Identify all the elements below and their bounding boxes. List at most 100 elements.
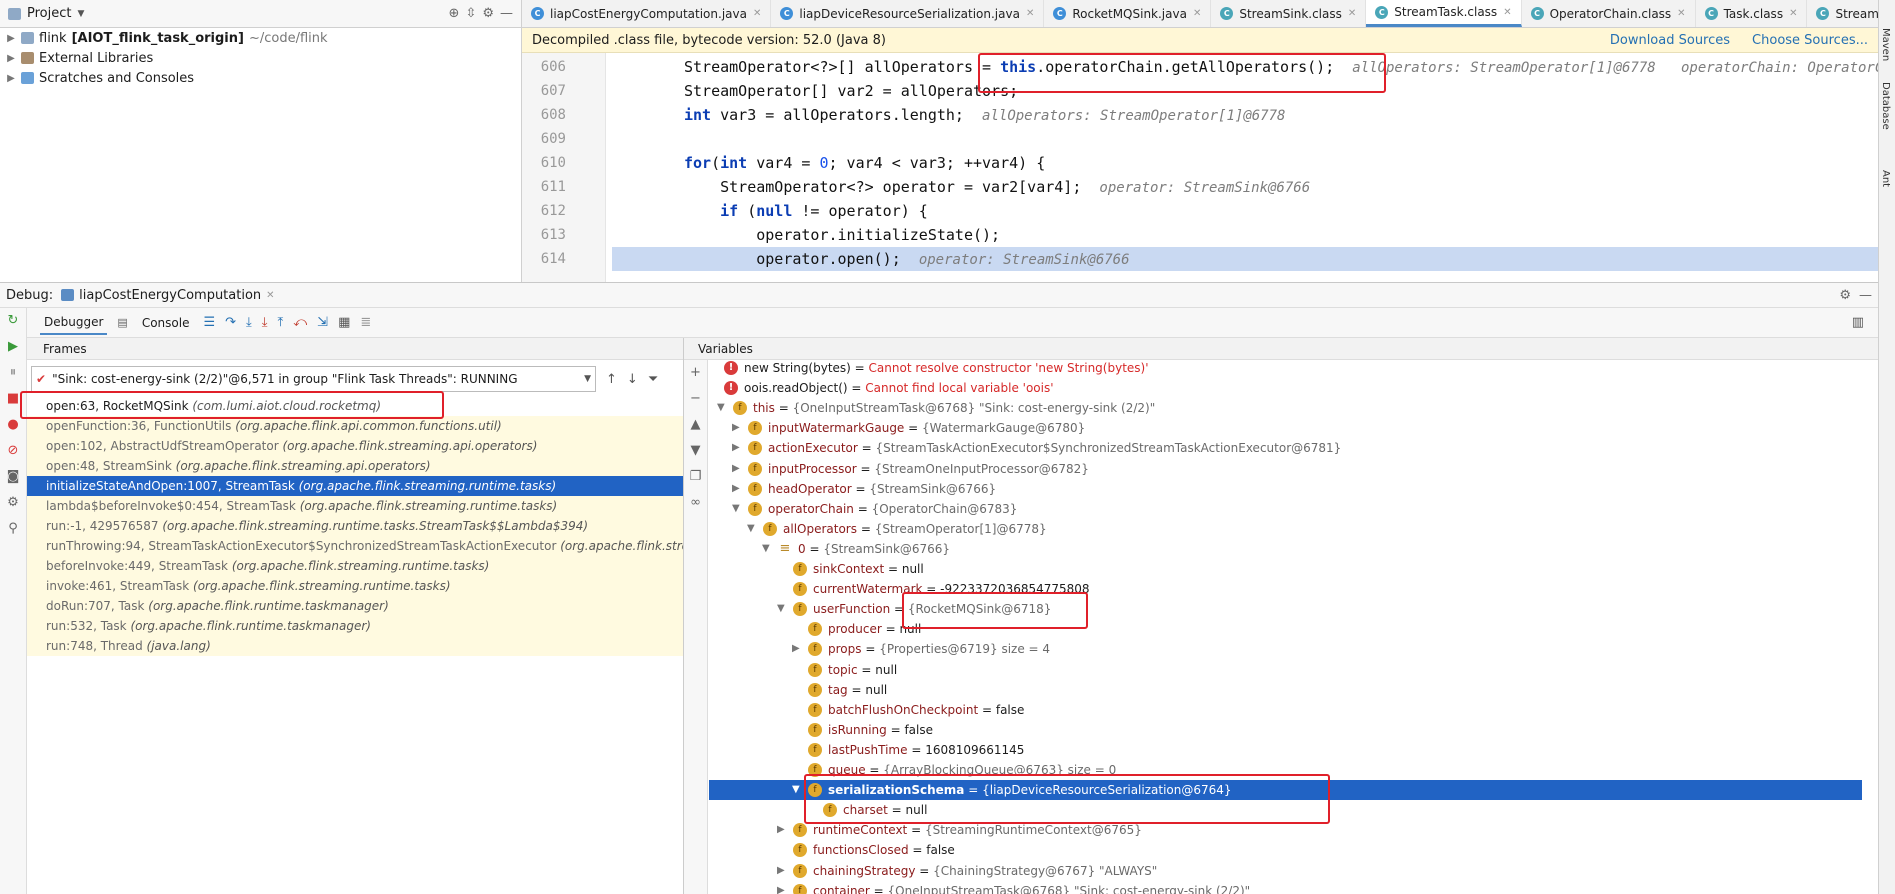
close-icon[interactable]: ✕ <box>1789 8 1797 19</box>
variable-row[interactable]: ▶ f inputProcessor = {StreamOneInputProces… <box>709 459 1862 479</box>
variable-row[interactable]: ▼ f userFunction = {RocketMQSink@6718} <box>709 599 1862 619</box>
variable-row[interactable]: f queue = {ArrayBlockingQueue@6763} size … <box>709 760 1862 780</box>
stack-frame[interactable]: open:102, AbstractUdfStreamOperator (org… <box>27 436 683 456</box>
run-to-cursor-icon[interactable]: ⇲ <box>317 315 328 330</box>
chevron-down-icon[interactable]: ▼ <box>777 599 785 619</box>
variable-row[interactable]: ▶ f inputWatermarkGauge = {WatermarkGauge@… <box>709 418 1862 438</box>
ant-tab[interactable]: Ant <box>1880 170 1891 187</box>
variable-row[interactable]: ▼ f this = {OneInputStreamTask@6768} "Sink… <box>709 398 1862 418</box>
editor-tab[interactable]: C Task.class ✕ <box>1696 0 1808 27</box>
session-tab[interactable]: liapCostEnergyComputation ✕ <box>61 288 275 303</box>
maven-tab[interactable]: Maven <box>1880 28 1891 61</box>
stack-frame[interactable]: run:748, Thread (java.lang) <box>27 636 683 656</box>
code-area[interactable]: 606 607 608 609 610 611 612 613 614 StreamOperat… <box>522 53 1878 282</box>
chevron-right-icon[interactable]: ▶ <box>6 73 16 84</box>
chevron-right-icon[interactable]: ▶ <box>6 33 16 44</box>
database-tab[interactable]: Database <box>1880 82 1891 130</box>
thread-selector[interactable]: ✔ "Sink: cost-energy-sink (2/2)"@6,571 i… <box>31 366 596 392</box>
mute-breakpoints-icon[interactable]: ⊘ <box>0 438 26 464</box>
editor-tab[interactable]: CStreamTaskActionExecutor.class✕ <box>1807 0 1878 27</box>
chevron-right-icon[interactable]: ▶ <box>732 418 740 438</box>
stack-frame[interactable]: lambda$beforeInvoke$0:454, StreamTask (o… <box>27 496 683 516</box>
project-title[interactable]: Project <box>27 6 71 21</box>
variable-row[interactable]: f charset = null <box>709 800 1862 820</box>
variable-row[interactable]: f tag = null <box>709 680 1862 700</box>
stack-frame[interactable]: run:532, Task (org.apache.flink.runtime.… <box>27 616 683 636</box>
chevron-down-icon[interactable]: ▼ <box>792 780 800 800</box>
tab-debugger[interactable]: Debugger <box>40 311 108 335</box>
editor-tab[interactable]: CliapDeviceResourceSerialization.java ✕ <box>771 0 1045 27</box>
chevron-right-icon[interactable]: ▶ <box>777 820 785 840</box>
variable-row[interactable]: ▼ ≡ 0 = {StreamSink@6766} <box>709 539 1862 559</box>
resume-icon[interactable]: ▶ <box>0 334 26 360</box>
filter-icon[interactable]: ⏷ <box>648 372 658 387</box>
variable-row[interactable]: ! oois.readObject() = Cannot find local v… <box>709 378 1862 398</box>
variable-row[interactable]: f isRunning = false <box>709 720 1862 740</box>
editor-tab[interactable]: CliapCostEnergyComputation.java ✕ <box>522 0 772 27</box>
variable-row[interactable]: f sinkContext = null <box>709 559 1862 579</box>
arrow-down-icon[interactable]: ↓ <box>627 372 638 387</box>
variable-row[interactable]: f topic = null <box>709 660 1862 680</box>
chevron-right-icon[interactable]: ▶ <box>732 438 740 458</box>
project-tree-item[interactable]: ▶ External Libraries <box>0 48 521 68</box>
variable-row[interactable]: ▶ f headOperator = {StreamSink@6766} <box>709 479 1862 499</box>
layout-icon[interactable]: ▥ <box>1852 315 1864 330</box>
tab-console[interactable]: Console <box>138 312 194 334</box>
gear-icon[interactable]: ⚙ <box>482 6 494 21</box>
variable-row[interactable]: ▼ f operatorChain = {OperatorChain@6783} <box>709 499 1862 519</box>
minimize-icon[interactable]: — <box>1859 288 1872 303</box>
chevron-right-icon[interactable]: ▶ <box>6 53 16 64</box>
variable-row[interactable]: ▼ f allOperators = {StreamOperator[1]@6778… <box>709 519 1862 539</box>
chevron-right-icon[interactable]: ▶ <box>732 479 740 499</box>
evaluate-icon[interactable]: ▦ <box>338 315 350 330</box>
arrow-up-icon[interactable]: ↑ <box>606 372 617 387</box>
collapse-icon[interactable]: ⇳ <box>465 6 476 21</box>
editor-tab[interactable]: C StreamSink.class ✕ <box>1211 0 1367 27</box>
close-icon[interactable]: ✕ <box>1026 8 1034 19</box>
step-over-icon[interactable]: ↷ <box>225 315 236 330</box>
move-up-icon[interactable]: ▲ <box>684 412 707 438</box>
project-tree-item[interactable]: ▶ Scratches and Consoles <box>0 68 521 88</box>
chevron-down-icon[interactable]: ▼ <box>717 398 725 418</box>
editor-tab[interactable]: C OperatorChain.class ✕ <box>1522 0 1696 27</box>
stack-frame[interactable]: invoke:461, StreamTask (org.apache.flink… <box>27 576 683 596</box>
close-icon[interactable]: ✕ <box>1193 8 1201 19</box>
variable-row[interactable]: f producer = null <box>709 619 1862 639</box>
chevron-down-icon[interactable]: ▼ <box>77 9 84 19</box>
rerun-icon[interactable]: ↻ <box>0 308 26 334</box>
drop-frame-icon[interactable]: ⤺ <box>293 315 307 330</box>
stack-frame[interactable]: doRun:707, Task (org.apache.flink.runtim… <box>27 596 683 616</box>
stack-frame[interactable]: open:48, StreamSink (org.apache.flink.st… <box>27 456 683 476</box>
close-icon[interactable]: ✕ <box>1503 7 1511 18</box>
variable-row[interactable]: ▼ f serializationSchema = {liapDeviceResou… <box>709 780 1862 801</box>
pin-icon[interactable]: ⚲ <box>0 516 26 542</box>
variable-row[interactable]: ▶ f actionExecutor = {StreamTaskActionExec… <box>709 438 1862 458</box>
step-out-icon[interactable]: ⤒ <box>278 315 284 330</box>
download-sources-link[interactable]: Download Sources <box>1610 33 1730 48</box>
plus-icon[interactable]: + <box>684 360 707 386</box>
force-step-into-icon[interactable]: ⤓ <box>262 315 268 330</box>
chevron-down-icon[interactable]: ▼ <box>732 499 740 519</box>
variable-row[interactable]: f lastPushTime = 1608109661145 <box>709 740 1862 760</box>
trace-icon[interactable]: ≣ <box>360 315 371 330</box>
settings-icon[interactable]: ⚙ <box>0 490 26 516</box>
variable-row[interactable]: ! new String(bytes) = Cannot resolve cons… <box>709 358 1862 378</box>
move-down-icon[interactable]: ▼ <box>684 438 707 464</box>
variable-row[interactable]: ▶ f props = {Properties@6719} size = 4 <box>709 639 1862 659</box>
chevron-right-icon[interactable]: ▶ <box>777 881 785 894</box>
menu-icon[interactable]: ☰ <box>203 315 215 330</box>
gear-icon[interactable]: ⚙ <box>1839 288 1851 303</box>
chevron-right-icon[interactable]: ▶ <box>792 639 800 659</box>
chevron-down-icon[interactable]: ▼ <box>747 519 755 539</box>
variable-row[interactable]: ▶ f container = {OneInputStreamTask@6768} … <box>709 881 1862 894</box>
chevron-right-icon[interactable]: ▶ <box>777 861 785 881</box>
variable-row[interactable]: f functionsClosed = false <box>709 840 1862 860</box>
target-icon[interactable]: ⊕ <box>449 6 460 21</box>
close-icon[interactable]: ✕ <box>1348 8 1356 19</box>
minus-icon[interactable]: − <box>684 386 707 412</box>
stack-frame[interactable]: open:63, RocketMQSink (com.lumi.aiot.clo… <box>27 396 683 416</box>
chevron-down-icon[interactable]: ▼ <box>762 539 770 559</box>
stack-frame[interactable]: beforeInvoke:449, StreamTask (org.apache… <box>27 556 683 576</box>
variable-row[interactable]: ▶ f runtimeContext = {StreamingRuntimeCont… <box>709 820 1862 840</box>
camera-icon[interactable]: ◙ <box>0 464 26 490</box>
